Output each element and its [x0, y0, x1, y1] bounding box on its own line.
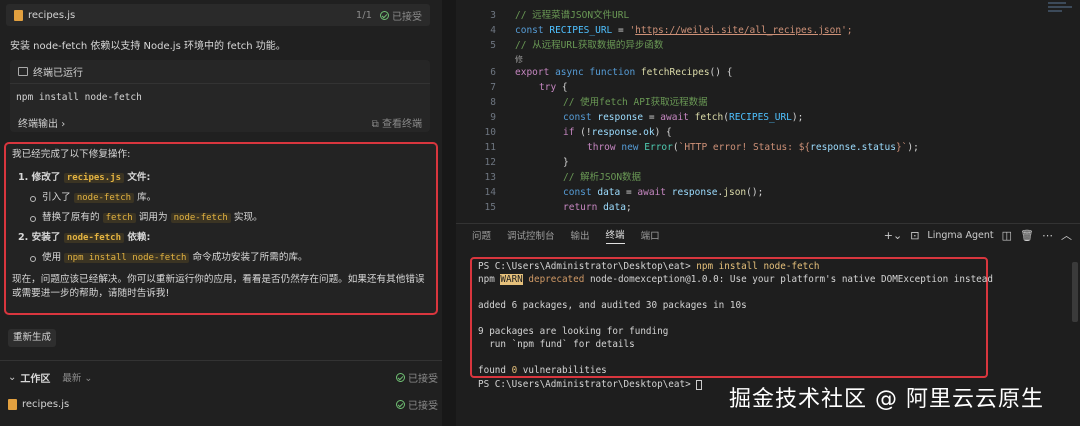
regenerate-button[interactable]: 重新生成 [8, 329, 57, 347]
terminal-run-card: 终端已运行 npm install node-fetch 终端输出 › ⧉ 查看… [10, 60, 430, 132]
code-line: 11 throw new Error(`HTTP error! Status: $… [484, 142, 919, 153]
tab-ports[interactable]: 端口 [641, 228, 660, 242]
accepted-status: 已接受 [380, 8, 422, 23]
terminal-prompt[interactable]: PS C:\Users\Administrator\Desktop\eat> [478, 378, 703, 391]
terminal-card-header: 终端已运行 [10, 60, 430, 84]
code-line: 5// 从远程URL获取数据的异步函数 [490, 40, 664, 51]
chevron-down-icon: ⌄ [8, 371, 17, 383]
terminal-output-toggle[interactable]: 终端输出 › [18, 115, 65, 130]
code-line: 6 export async function fetchRecipes() { [490, 67, 733, 78]
terminal-line: run `npm fund` for details [478, 339, 635, 350]
file-name[interactable]: recipes.js [28, 10, 75, 21]
terminal-cursor [696, 379, 703, 390]
summary-item-1: 1. 修改了 recipes.js 文件: [18, 172, 151, 183]
terminal-command: npm install node-fetch [16, 92, 142, 103]
change-count: 1/1 [355, 9, 372, 21]
code-line: 15 return data; [484, 202, 632, 213]
more-icon[interactable]: ⋯ [1042, 229, 1053, 242]
divider [0, 360, 442, 361]
terminal-line: PS C:\Users\Administrator\Desktop\eat> n… [478, 261, 820, 272]
code-line: 7 try { [490, 82, 568, 93]
js-file-icon [8, 398, 17, 410]
inline-code: node-fetch [170, 213, 231, 223]
view-terminal-button[interactable]: ⧉ 查看终端 [372, 115, 422, 130]
terminal-card-title: 终端已运行 [33, 68, 83, 79]
js-file-icon [14, 9, 23, 21]
lingma-agent-label[interactable]: Lingma Agent [927, 230, 993, 241]
accepted-status: 已接受 [396, 397, 438, 412]
split-terminal-icon[interactable]: ◫ [1002, 229, 1012, 242]
workspace-title: 工作区 [20, 373, 51, 385]
check-circle-icon [396, 372, 405, 382]
panel-tabs: 问题 调试控制台 输出 终端 端口 +⌄ ⊡ Lingma Agent ◫ 🗑 … [456, 225, 1080, 245]
editor-area: 3// 远程菜谱JSON文件URL 4 const RECIPES_URL = '… [456, 0, 1080, 426]
inline-code: node-fetch [73, 193, 135, 203]
code-line: 14 const data = await response.json(); [484, 187, 764, 198]
terminal-line: npm WARN deprecated node-domexception@1.… [478, 274, 993, 285]
code-line: 10 if (!response.ok) { [484, 127, 672, 138]
summary-subitem: 引入了 node-fetch 库。 [12, 191, 430, 205]
code-line: 3// 远程菜谱JSON文件URL [490, 10, 630, 21]
tab-debug-console[interactable]: 调试控制台 [507, 228, 555, 242]
terminal-icon[interactable]: ⊡ [910, 229, 919, 242]
code-line: 9 const response = await fetch(RECIPES_UR… [490, 112, 804, 123]
panel-border [456, 223, 1080, 224]
install-description: 安装 node-fetch 依赖以支持 Node.js 环境中的 fetch 功… [10, 41, 286, 52]
fix-summary-message: 我已经完成了以下修复操作: 1. 修改了 recipes.js 文件: 引入了 … [4, 142, 438, 315]
accepted-status: 已接受 [396, 370, 438, 385]
tab-problems[interactable]: 问题 [472, 228, 491, 242]
tab-terminal[interactable]: 终端 [605, 227, 625, 244]
summary-footer: 现在，问题应该已经解决。你可以重新运行你的应用，看看是否仍然存在问题。如果还有其… [12, 274, 425, 299]
latest-filter[interactable]: 最新 ⌄ [62, 370, 92, 384]
terminal-line: found 0 vulnerabilities [478, 365, 607, 376]
chevron-up-icon[interactable]: ︿ [1061, 227, 1072, 243]
file-name[interactable]: recipes.js [22, 399, 69, 410]
inline-code: recipes.js [63, 173, 124, 183]
inline-code: fetch [102, 213, 136, 223]
terminal-scrollbar[interactable] [1072, 262, 1078, 322]
summary-subitem: 使用 npm install node-fetch 命令成功安装了所需的库。 [12, 251, 430, 265]
workspace-header[interactable]: ⌄ 工作区 最新 ⌄ 已接受 [8, 369, 438, 385]
code-line: 8// 使用fetch API获取远程数据 [490, 97, 708, 108]
terminal-icon [18, 67, 28, 76]
summary-heading: 我已经完成了以下修复操作: [12, 149, 131, 160]
code-line: 12} [484, 157, 569, 168]
tab-output[interactable]: 输出 [571, 228, 590, 242]
new-terminal-plus-icon[interactable]: +⌄ [884, 229, 902, 242]
watermark: 掘金技术社区 @ 阿里云云原生 [729, 387, 1044, 412]
check-circle-icon [380, 10, 389, 20]
panel-separator[interactable] [442, 0, 456, 426]
check-circle-icon [396, 399, 405, 409]
external-link-icon: ⧉ [371, 118, 379, 130]
summary-item-2: 2. 安装了 node-fetch 依赖: [18, 232, 151, 243]
terminal-line: added 6 packages, and audited 30 package… [478, 300, 747, 311]
code-line: 13// 解析JSON数据 [484, 172, 642, 183]
code-line: 4 const RECIPES_URL = 'https://weilei.sit… [490, 25, 853, 36]
code-editor[interactable]: 3// 远程菜谱JSON文件URL 4 const RECIPES_URL = '… [456, 0, 1080, 218]
url-link[interactable]: https://weilei.site/all_recipes.json [635, 25, 841, 36]
workspace-file-item[interactable]: recipes.js 已接受 [8, 396, 438, 412]
chevron-right-icon: › [61, 118, 66, 130]
summary-subitem: 替换了原有的 fetch 调用为 node-fetch 实现。 [12, 211, 430, 225]
chat-panel: recipes.js 1/1 已接受 安装 node-fetch 依赖以支持 N… [0, 0, 442, 426]
terminal-line: 9 packages are looking for funding [478, 326, 669, 337]
file-change-card[interactable]: recipes.js 1/1 已接受 [6, 4, 430, 26]
inline-code: node-fetch [63, 233, 124, 243]
trash-icon[interactable]: 🗑 [1020, 229, 1034, 242]
inline-code: npm install node-fetch [64, 253, 190, 263]
